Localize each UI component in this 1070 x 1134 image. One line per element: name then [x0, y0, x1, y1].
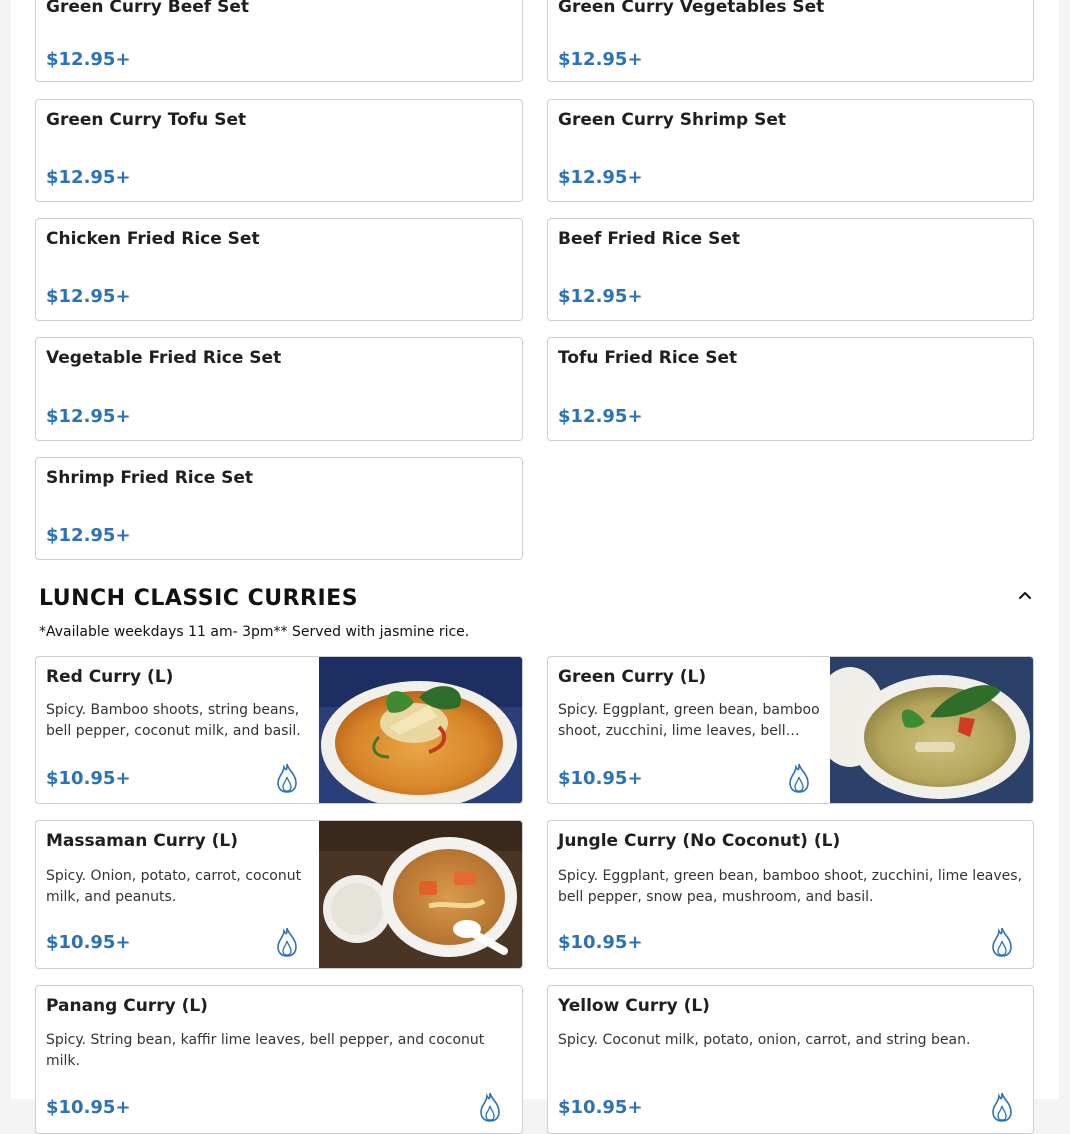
menu-item-card[interactable]: Shrimp Fried Rice Set $12.95+ [35, 457, 523, 560]
item-name: Chicken Fried Rice Set [46, 229, 260, 249]
item-name: Beef Fried Rice Set [558, 229, 741, 249]
flame-icon [989, 926, 1015, 958]
menu-item-card[interactable]: Beef Fried Rice Set $12.95+ [547, 218, 1034, 321]
menu-item-card[interactable]: Green Curry Beef Set $12.95+ [35, 0, 523, 82]
flame-icon [477, 1091, 503, 1123]
item-description: Spicy. Eggplant, green bean, bamboo shoo… [558, 702, 820, 739]
flame-icon [786, 762, 812, 794]
item-name: Green Curry Vegetables Set [558, 0, 825, 17]
item-price: $12.95+ [558, 49, 643, 70]
item-name: Green Curry Beef Set [46, 0, 249, 17]
item-price: $12.95+ [558, 406, 643, 427]
red-curry-photo [319, 657, 522, 803]
item-description: Spicy. Onion, potato, carrot, coconut mi… [46, 868, 302, 905]
item-price: $12.95+ [46, 167, 131, 188]
item-name: Panang Curry (L) [46, 996, 208, 1016]
menu-item-card[interactable]: Green Curry (L) Spicy. Eggplant, green b… [547, 656, 1034, 804]
menu-item-card[interactable]: Vegetable Fried Rice Set $12.95+ [35, 337, 523, 441]
menu-item-card[interactable]: Panang Curry (L) Spicy. String bean, kaf… [35, 985, 523, 1134]
item-name: Yellow Curry (L) [558, 996, 710, 1016]
section-note: *Available weekdays 11 am- 3pm** Served … [39, 624, 470, 640]
item-price: $12.95+ [558, 167, 643, 188]
item-price: $10.95+ [558, 932, 643, 953]
item-description: Spicy. Eggplant, green bean, bamboo shoo… [558, 868, 1023, 905]
item-price: $10.95+ [46, 932, 131, 953]
section-title: LUNCH CLASSIC CURRIES [39, 586, 359, 611]
item-description: Spicy. Coconut milk, potato, onion, carr… [558, 1032, 971, 1048]
item-name: Vegetable Fried Rice Set [46, 348, 282, 368]
item-price: $10.95+ [558, 768, 643, 789]
item-name: Massaman Curry (L) [46, 831, 239, 851]
menu-item-card[interactable]: Tofu Fried Rice Set $12.95+ [547, 337, 1034, 441]
flame-icon [274, 926, 300, 958]
item-price: $10.95+ [46, 768, 131, 789]
item-price: $12.95+ [46, 49, 131, 70]
menu-page: Green Curry Beef Set $12.95+ Green Curry… [11, 0, 1059, 1134]
item-description: Spicy. String bean, kaffir lime leaves, … [46, 1032, 485, 1069]
green-curry-photo [814, 657, 1033, 803]
menu-item-card[interactable]: Green Curry Tofu Set $12.95+ [35, 99, 523, 202]
item-name: Green Curry Tofu Set [46, 110, 247, 130]
menu-item-card[interactable]: Green Curry Vegetables Set $12.95+ [547, 0, 1034, 82]
menu-item-card[interactable]: Green Curry Shrimp Set $12.95+ [547, 99, 1034, 202]
menu-item-card[interactable]: Jungle Curry (No Coconut) (L) Spicy. Egg… [547, 820, 1034, 969]
item-price: $12.95+ [558, 286, 643, 307]
item-price: $12.95+ [46, 525, 131, 546]
massaman-curry-photo [319, 821, 522, 968]
flame-icon [989, 1091, 1015, 1123]
item-price: $10.95+ [558, 1097, 643, 1118]
menu-item-card[interactable]: Chicken Fried Rice Set $12.95+ [35, 218, 523, 321]
menu-item-card[interactable]: Yellow Curry (L) Spicy. Coconut milk, po… [547, 985, 1034, 1134]
menu-item-card[interactable]: Massaman Curry (L) Spicy. Onion, potato,… [35, 820, 523, 969]
item-name: Jungle Curry (No Coconut) (L) [558, 831, 841, 851]
item-name: Shrimp Fried Rice Set [46, 468, 254, 488]
item-name: Green Curry Shrimp Set [558, 110, 787, 130]
menu-item-card[interactable]: Red Curry (L) Spicy. Bamboo shoots, stri… [35, 656, 523, 804]
chevron-up-icon[interactable] [1014, 584, 1036, 606]
item-price: $12.95+ [46, 286, 131, 307]
item-description: Spicy. Bamboo shoots, string beans, bell… [46, 702, 301, 739]
item-name: Green Curry (L) [558, 667, 707, 687]
item-price: $10.95+ [46, 1097, 131, 1118]
item-name: Red Curry (L) [46, 667, 174, 687]
item-price: $12.95+ [46, 406, 131, 427]
item-name: Tofu Fried Rice Set [558, 348, 738, 368]
flame-icon [274, 762, 300, 794]
